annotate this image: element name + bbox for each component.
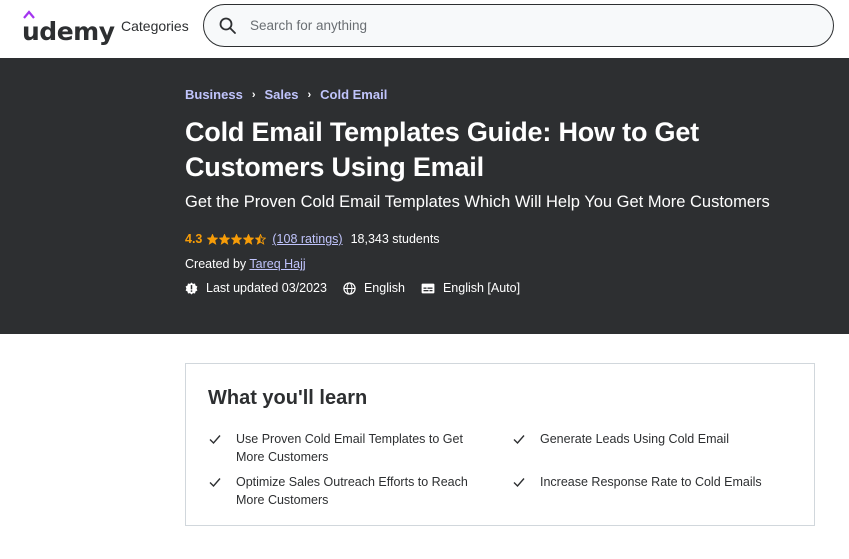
captions: English [Auto] — [421, 281, 520, 295]
learn-item-text: Generate Leads Using Cold Email — [540, 432, 729, 446]
breadcrumb-business[interactable]: Business — [185, 87, 243, 102]
chevron-right-icon: › — [307, 88, 312, 101]
learn-item: Increase Response Rate to Cold Emails — [512, 474, 785, 492]
learn-item: Generate Leads Using Cold Email — [512, 431, 785, 449]
globe-icon — [343, 281, 356, 295]
search-bar[interactable] — [203, 4, 834, 47]
star-rating — [207, 233, 267, 245]
rating-number: 4.3 — [185, 232, 203, 246]
language-text: English — [363, 281, 405, 295]
captions-text: English [Auto] — [442, 281, 521, 295]
check-icon — [209, 435, 221, 445]
learn-item-text: Increase Response Rate to Cold Emails — [540, 475, 762, 489]
created-by-row: Created by Tareq Hajj — [185, 257, 306, 271]
learn-item: Use Proven Cold Email Templates to Get M… — [208, 431, 481, 466]
star-half-icon — [255, 233, 267, 245]
logo-text: udemy — [22, 17, 115, 46]
breadcrumb-cold-email[interactable]: Cold Email — [320, 87, 387, 102]
search-input[interactable] — [250, 5, 810, 46]
rating-row: 4.3 (108 ratings) 18,343 students — [185, 232, 440, 246]
logo-mark-icon — [23, 10, 35, 19]
course-subtitle: Get the Proven Cold Email Templates Whic… — [185, 193, 770, 211]
star-full-icon — [243, 233, 255, 245]
course-title: Cold Email Templates Guide: How to Get C… — [185, 117, 699, 182]
breadcrumb: Business › Sales › Cold Email — [185, 87, 387, 102]
star-full-icon — [207, 233, 219, 245]
check-icon — [209, 478, 221, 488]
top-header: udemy Categories — [0, 0, 849, 58]
ratings-link[interactable]: (108 ratings) — [272, 232, 342, 246]
course-meta-row: Last updated 03/2023 English English [Au… — [185, 281, 536, 295]
learn-item-text: Use Proven Cold Email Templates to Get M… — [236, 432, 463, 464]
categories-menu[interactable]: Categories — [121, 18, 189, 34]
language: English — [343, 281, 405, 295]
students-count: 18,343 students — [350, 232, 440, 246]
star-full-icon — [219, 233, 231, 245]
last-updated: Last updated 03/2023 — [185, 281, 327, 295]
created-by-label: Created by — [185, 257, 250, 271]
udemy-logo[interactable]: udemy — [22, 10, 115, 44]
learn-item: Optimize Sales Outreach Efforts to Reach… — [208, 474, 481, 509]
course-hero: Business › Sales › Cold Email Cold Email… — [0, 58, 849, 334]
check-icon — [513, 478, 525, 488]
alert-badge-icon — [185, 281, 198, 295]
learn-title: What you'll learn — [208, 387, 368, 409]
search-icon[interactable] — [218, 16, 238, 36]
closed-captions-icon — [421, 283, 435, 293]
star-full-icon — [231, 233, 243, 245]
author-link[interactable]: Tareq Hajj — [249, 257, 305, 271]
learn-item-text: Optimize Sales Outreach Efforts to Reach… — [236, 475, 468, 507]
last-updated-text: Last updated 03/2023 — [206, 281, 327, 295]
what-youll-learn-box: What you'll learn Use Proven Cold Email … — [185, 363, 815, 526]
check-icon — [513, 435, 525, 445]
chevron-right-icon: › — [251, 88, 256, 101]
breadcrumb-sales[interactable]: Sales — [264, 87, 298, 102]
